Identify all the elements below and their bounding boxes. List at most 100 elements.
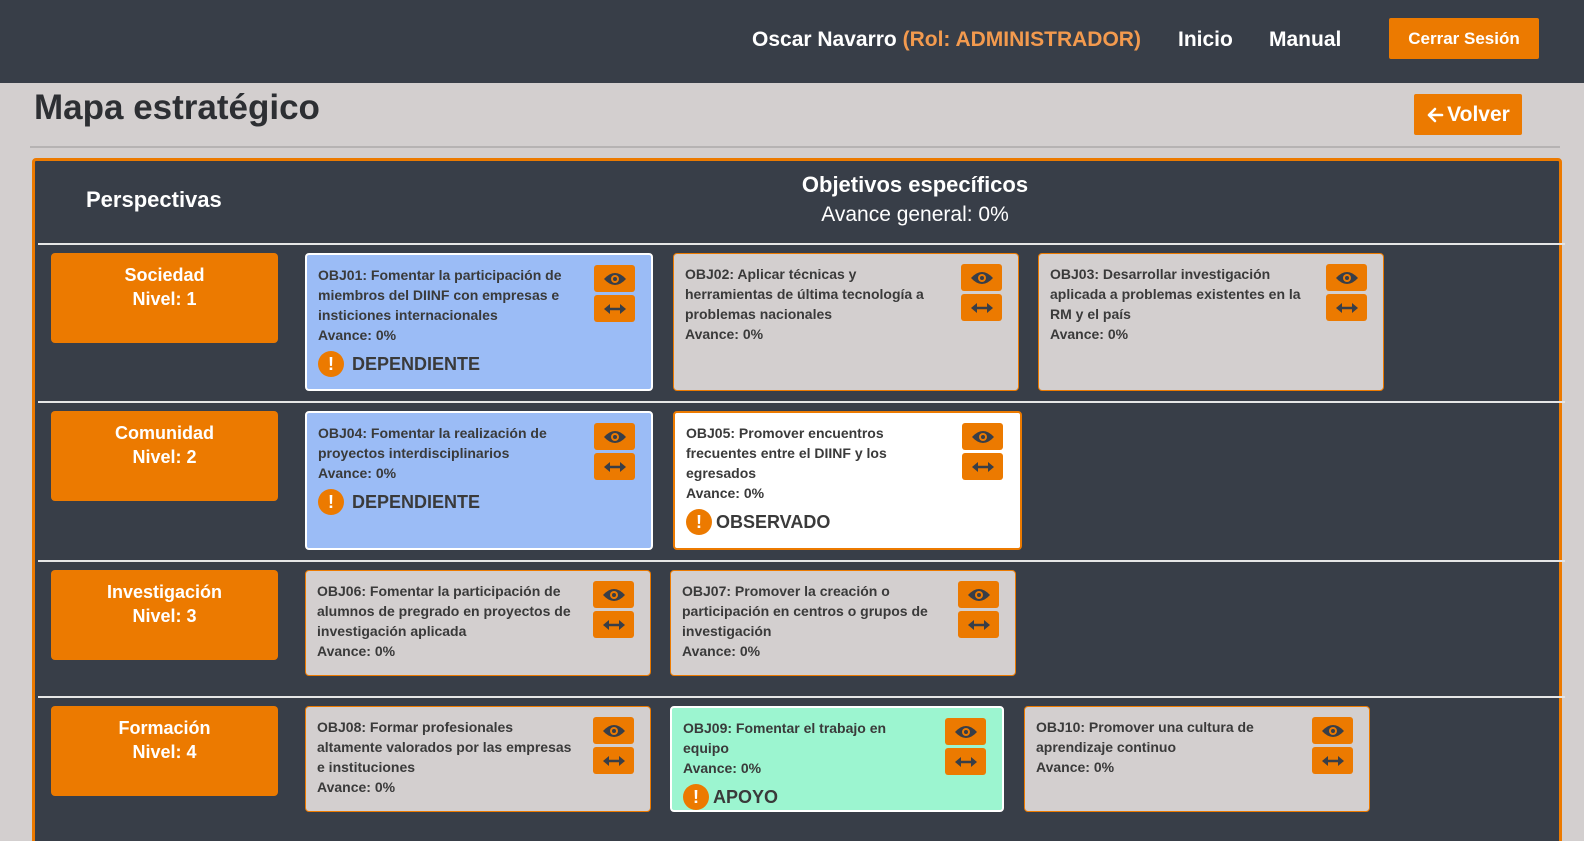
objective-text: OBJ04: Fomentar la realización de proyec… bbox=[318, 425, 547, 461]
back-button[interactable]: Volver bbox=[1414, 94, 1522, 135]
view-button[interactable] bbox=[958, 581, 999, 608]
objective-card-obj06[interactable]: OBJ06: Fomentar la participación de alum… bbox=[305, 570, 651, 676]
double-arrow-icon bbox=[967, 619, 990, 630]
view-button[interactable] bbox=[594, 423, 635, 450]
objective-status: ! OBSERVADO bbox=[686, 509, 950, 535]
objective-progress: Avance: 0% bbox=[1036, 759, 1115, 775]
objective-status: ! DEPENDIENTE bbox=[318, 489, 581, 515]
perspective-name: Sociedad bbox=[124, 265, 205, 285]
exclamation-icon: ! bbox=[318, 351, 344, 377]
view-button[interactable] bbox=[1312, 717, 1353, 744]
user-name: Oscar Navarro bbox=[752, 28, 897, 51]
objective-card-obj08[interactable]: OBJ08: Formar profesionales altamente va… bbox=[305, 706, 651, 812]
double-arrow-icon bbox=[1321, 755, 1344, 766]
objective-card-obj10[interactable]: OBJ10: Promover una cultura de aprendiza… bbox=[1024, 706, 1370, 812]
row-divider bbox=[38, 696, 1565, 698]
status-label: APOYO bbox=[713, 787, 779, 807]
view-button[interactable] bbox=[1326, 264, 1367, 291]
objective-text: OBJ06: Fomentar la participación de alum… bbox=[317, 583, 571, 639]
objective-text: OBJ08: Formar profesionales altamente va… bbox=[317, 719, 572, 775]
objective-status: ! DEPENDIENTE bbox=[318, 351, 581, 377]
perspective-name: Comunidad bbox=[115, 423, 214, 443]
status-label: OBSERVADO bbox=[716, 512, 831, 532]
relate-button[interactable] bbox=[962, 453, 1003, 480]
back-button-label: Volver bbox=[1447, 102, 1510, 126]
objective-text: OBJ01: Fomentar la participación de miem… bbox=[318, 267, 562, 323]
objective-card-obj09[interactable]: OBJ09: Fomentar el trabajo en equipo Ava… bbox=[670, 706, 1004, 812]
objective-card-obj07[interactable]: OBJ07: Promover la creación o participac… bbox=[670, 570, 1016, 676]
double-arrow-icon bbox=[954, 756, 977, 767]
objectives-header: Objetivos específicos bbox=[801, 172, 1029, 197]
general-progress: Avance general: 0% bbox=[821, 203, 1009, 226]
eye-icon bbox=[970, 271, 993, 284]
exclamation-icon: ! bbox=[686, 509, 712, 535]
row-divider bbox=[38, 560, 1565, 562]
objective-text: OBJ05: Promover encuentros frecuentes en… bbox=[686, 425, 887, 481]
double-arrow-icon bbox=[603, 303, 626, 314]
objective-text: OBJ09: Fomentar el trabajo en equipo bbox=[683, 720, 887, 756]
objective-card-obj03[interactable]: OBJ03: Desarrollar investigación aplicad… bbox=[1038, 253, 1384, 391]
eye-icon bbox=[967, 588, 990, 601]
objective-progress: Avance: 0% bbox=[683, 760, 762, 776]
perspective-sociedad: Sociedad Nivel: 1 bbox=[51, 253, 278, 343]
perspective-investigacion: Investigación Nivel: 3 bbox=[51, 570, 278, 660]
objective-progress: Avance: 0% bbox=[318, 465, 397, 481]
objective-card-obj02[interactable]: OBJ02: Aplicar técnicas y herramientas d… bbox=[673, 253, 1019, 391]
strategic-map: Perspectivas Objetivos específicos Avanc… bbox=[32, 158, 1565, 841]
view-button[interactable] bbox=[593, 581, 634, 608]
view-button[interactable] bbox=[593, 717, 634, 744]
objective-card-obj05[interactable]: OBJ05: Promover encuentros frecuentes en… bbox=[673, 411, 1022, 550]
nav-manual-link[interactable]: Manual bbox=[1269, 28, 1341, 52]
view-button[interactable] bbox=[594, 265, 635, 292]
user-info: Oscar Navarro (Rol: ADMINISTRADOR) bbox=[752, 28, 1141, 52]
relate-button[interactable] bbox=[594, 453, 635, 480]
relate-button[interactable] bbox=[945, 748, 986, 775]
perspective-level: Nivel: 2 bbox=[132, 447, 197, 467]
page-title: Mapa estratégico bbox=[34, 88, 320, 127]
objective-progress: Avance: 0% bbox=[1050, 326, 1129, 342]
title-divider bbox=[30, 146, 1560, 148]
relate-button[interactable] bbox=[1312, 747, 1353, 774]
relate-button[interactable] bbox=[593, 611, 634, 638]
exclamation-icon: ! bbox=[683, 784, 709, 810]
objective-progress: Avance: 0% bbox=[682, 643, 761, 659]
eye-icon bbox=[603, 272, 626, 285]
nav-inicio-link[interactable]: Inicio bbox=[1178, 28, 1233, 52]
logout-button[interactable]: Cerrar Sesión bbox=[1389, 18, 1539, 59]
objective-progress: Avance: 0% bbox=[318, 327, 397, 343]
perspective-formacion: Formación Nivel: 4 bbox=[51, 706, 278, 796]
double-arrow-icon bbox=[602, 619, 625, 630]
relate-button[interactable] bbox=[593, 747, 634, 774]
objective-progress: Avance: 0% bbox=[317, 779, 396, 795]
perspective-name: Formación bbox=[118, 718, 211, 738]
objective-progress: Avance: 0% bbox=[317, 643, 396, 659]
objective-card-obj01[interactable]: OBJ01: Fomentar la participación de miem… bbox=[305, 253, 653, 391]
objective-progress: Avance: 0% bbox=[686, 485, 765, 501]
eye-icon bbox=[603, 430, 626, 443]
double-arrow-icon bbox=[970, 302, 993, 313]
relate-button[interactable] bbox=[594, 295, 635, 322]
double-arrow-icon bbox=[602, 755, 625, 766]
view-button[interactable] bbox=[945, 718, 986, 745]
view-button[interactable] bbox=[962, 423, 1003, 450]
relate-button[interactable] bbox=[961, 294, 1002, 321]
objective-text: OBJ03: Desarrollar investigación aplicad… bbox=[1050, 266, 1301, 322]
perspective-level: Nivel: 3 bbox=[132, 606, 197, 626]
view-button[interactable] bbox=[961, 264, 1002, 291]
double-arrow-icon bbox=[971, 461, 994, 472]
objective-card-obj04[interactable]: OBJ04: Fomentar la realización de proyec… bbox=[305, 411, 653, 550]
relate-button[interactable] bbox=[958, 611, 999, 638]
user-role: (Rol: ADMINISTRADOR) bbox=[902, 28, 1141, 51]
row-divider bbox=[38, 243, 1565, 245]
status-label: DEPENDIENTE bbox=[352, 492, 481, 512]
objective-text: OBJ07: Promover la creación o participac… bbox=[682, 583, 928, 639]
eye-icon bbox=[954, 725, 977, 738]
exclamation-icon: ! bbox=[318, 489, 344, 515]
eye-icon bbox=[971, 430, 994, 443]
relate-button[interactable] bbox=[1326, 294, 1367, 321]
row-divider bbox=[38, 401, 1565, 403]
objective-status: ! APOYO bbox=[683, 784, 932, 810]
objective-text: OBJ10: Promover una cultura de aprendiza… bbox=[1036, 719, 1254, 755]
double-arrow-icon bbox=[603, 461, 626, 472]
objective-text: OBJ02: Aplicar técnicas y herramientas d… bbox=[685, 266, 924, 322]
